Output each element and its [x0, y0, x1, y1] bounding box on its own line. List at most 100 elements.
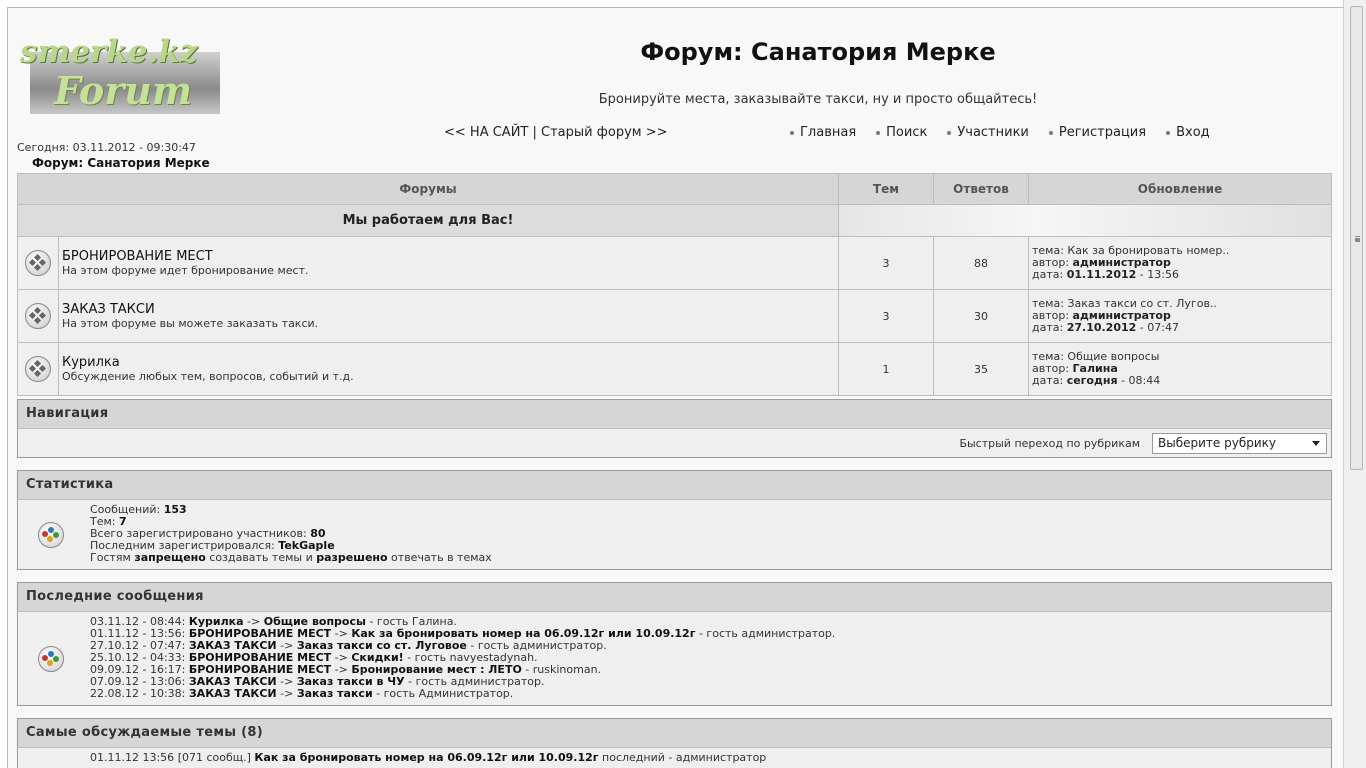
post-time: 22.08.12 - 10:38: — [90, 687, 189, 700]
nav-search-label: Поиск — [886, 125, 928, 140]
forum-info: ЗАКАЗ ТАКСИ На этом форуме вы можете зак… — [58, 289, 839, 343]
recent-posts-list: 03.11.12 - 08:44: Курилка -> Общие вопро… — [90, 616, 835, 700]
post-forum-link[interactable]: ЗАКАЗ ТАКСИ — [189, 687, 277, 700]
last-time: - 08:44 — [1117, 374, 1161, 387]
last-date: 27.10.2012 — [1066, 321, 1137, 334]
popular-topics-body: 01.11.12 13:56 [071 сообщ.] Как за брони… — [18, 748, 1331, 768]
nav-members-label: Участники — [957, 125, 1029, 140]
nav-home-label: Главная — [800, 125, 857, 140]
last-date: 01.11.2012 — [1066, 268, 1137, 281]
navigation-panel: Навигация Быстрый переход по рубрикам Вы… — [17, 399, 1332, 458]
dropdown-arrow-icon — [1312, 441, 1320, 446]
category-row: Мы работаем для Вас! — [17, 204, 1332, 237]
breadcrumb[interactable]: Форум: Санатория Мерке — [32, 156, 210, 170]
topic-time: 01.11.12 13:56 — [90, 751, 178, 764]
post-arrow: -> — [276, 687, 297, 700]
forum-title-link[interactable]: Курилка — [62, 355, 837, 370]
post-topic-link[interactable]: Заказ такси — [297, 687, 373, 700]
bullet-icon — [947, 130, 952, 135]
main-site-link[interactable]: << НА САЙТ — [444, 125, 528, 140]
nav-register[interactable]: Регистрация — [1048, 125, 1147, 140]
forum-title-link[interactable]: БРОНИРОВАНИЕ МЕСТ — [62, 249, 837, 264]
bullet-icon — [1166, 130, 1171, 135]
col-topics: Тем — [838, 173, 934, 205]
guests-text-b: создавать темы и — [205, 551, 317, 564]
nav-members[interactable]: Участники — [947, 125, 1029, 140]
forum-page: smerke.kz Forum Форум: Санатория Мерке Б… — [8, 8, 1343, 768]
users-group-icon — [38, 522, 64, 548]
site-logo[interactable]: smerke.kz Forum — [20, 34, 220, 116]
popular-topics-title: Самые обсуждаемые темы (8) — [18, 719, 1331, 748]
topic-message-count: [071 сообщ.] — [177, 751, 251, 764]
recent-posts-title: Последние сообщения — [18, 583, 1331, 612]
grip-icon — [1355, 236, 1360, 238]
statistics-panel: Статистика Сообщений: 153 Тем: 7 Всего з… — [17, 470, 1332, 570]
forum-icon-cell — [17, 236, 59, 290]
bullet-icon — [876, 130, 881, 135]
popular-topics-list: 01.11.12 13:56 [071 сообщ.] Как за брони… — [90, 752, 766, 764]
page-title: Форум: Санатория Мерке — [640, 38, 996, 66]
statistics-lines: Сообщений: 153 Тем: 7 Всего зарегистриро… — [90, 504, 492, 564]
category-filler — [838, 204, 1332, 237]
forums-table: Форумы Тем Ответов Обновление Мы работае… — [17, 173, 1332, 396]
nav-home[interactable]: Главная — [790, 125, 856, 140]
guests-text-c: отвечать в темах — [387, 551, 492, 564]
nav-register-label: Регистрация — [1058, 125, 1147, 140]
navigation-panel-body: Быстрый переход по рубрикам Выберите руб… — [18, 429, 1331, 457]
guests-text-a: Гостям — [90, 551, 135, 564]
forum-row: ЗАКАЗ ТАКСИ На этом форуме вы можете зак… — [17, 289, 1332, 343]
forum-info: Курилка Обсуждение любых тем, вопросов, … — [58, 342, 839, 396]
forum-topic-count: 3 — [838, 236, 934, 290]
forum-last-post: тема: Заказ такси со ст. Лугов.. автор: … — [1028, 289, 1332, 343]
statistics-panel-body: Сообщений: 153 Тем: 7 Всего зарегистриро… — [18, 500, 1331, 569]
post-author: - гость администратор. — [695, 627, 836, 640]
forum-last-post: тема: Как за бронировать номер.. автор: … — [1028, 236, 1332, 290]
forum-row: БРОНИРОВАНИЕ МЕСТ На этом форуме идет бр… — [17, 236, 1332, 290]
last-date-label: дата: — [1032, 268, 1067, 281]
list-item: 22.08.12 - 10:38: ЗАКАЗ ТАКСИ -> Заказ т… — [90, 688, 835, 700]
forum-status-icon — [25, 303, 51, 329]
nav-search[interactable]: Поиск — [876, 125, 927, 140]
last-date: сегодня — [1066, 374, 1118, 387]
forum-status-icon — [25, 250, 51, 276]
statistics-panel-title: Статистика — [18, 471, 1331, 500]
forum-status-icon — [25, 356, 51, 382]
forum-title-link[interactable]: ЗАКАЗ ТАКСИ — [62, 302, 837, 317]
current-date: Сегодня: 03.11.2012 - 09:30:47 — [17, 141, 196, 154]
quick-jump: Быстрый переход по рубрикам Выберите руб… — [959, 433, 1327, 454]
recent-posts-panel: Последние сообщения 03.11.12 - 08:44: Ку… — [17, 582, 1332, 706]
topic-link[interactable]: Как за бронировать номер на 06.09.12г ил… — [254, 751, 598, 764]
forum-topic-count: 3 — [838, 289, 934, 343]
last-date-label: дата: — [1032, 374, 1067, 387]
forum-description: На этом форуме идет бронирование мест. — [62, 264, 309, 277]
logo-forum-text: Forum — [54, 68, 193, 113]
vertical-scrollbar[interactable] — [1343, 0, 1366, 768]
table-header-row: Форумы Тем Ответов Обновление — [17, 173, 1332, 205]
forum-row: Курилка Обсуждение любых тем, вопросов, … — [17, 342, 1332, 396]
forum-description: Обсуждение любых тем, вопросов, событий … — [62, 370, 354, 383]
forum-info: БРОНИРОВАНИЕ МЕСТ На этом форуме идет бр… — [58, 236, 839, 290]
forum-icon-cell — [17, 342, 59, 396]
forum-topic-count: 1 — [838, 342, 934, 396]
window-left-border — [0, 0, 8, 768]
popular-topics-panel: Самые обсуждаемые темы (8) 01.11.12 13:5… — [17, 718, 1332, 768]
messages-count: 153 — [163, 503, 187, 516]
category-title[interactable]: Мы работаем для Вас! — [17, 204, 839, 237]
forum-last-post: тема: Общие вопросы автор: Галина дата: … — [1028, 342, 1332, 396]
old-forum-link[interactable]: Старый форум >> — [541, 125, 667, 140]
logo-domain-text: smerke.kz — [20, 34, 198, 70]
nav-login-label: Вход — [1176, 125, 1210, 140]
category-select[interactable]: Выберите рубрику — [1152, 433, 1327, 454]
guests-allowed: разрешено — [316, 551, 388, 564]
col-replies: Ответов — [933, 173, 1029, 205]
site-links: << НА САЙТ | Старый форум >> — [444, 125, 667, 140]
page-subtitle: Бронируйте места, заказывайте такси, ну … — [598, 92, 1038, 107]
guests-forbidden: запрещено — [134, 551, 206, 564]
forum-reply-count: 35 — [933, 342, 1029, 396]
last-time: - 13:56 — [1136, 268, 1179, 281]
nav-login[interactable]: Вход — [1166, 125, 1210, 140]
category-select-value: Выберите рубрику — [1158, 436, 1276, 450]
top-navigation: Главная Поиск Участники Регистрация Вход — [790, 125, 1210, 140]
scrollbar-thumb[interactable] — [1350, 6, 1363, 470]
users-group-icon — [38, 646, 64, 672]
